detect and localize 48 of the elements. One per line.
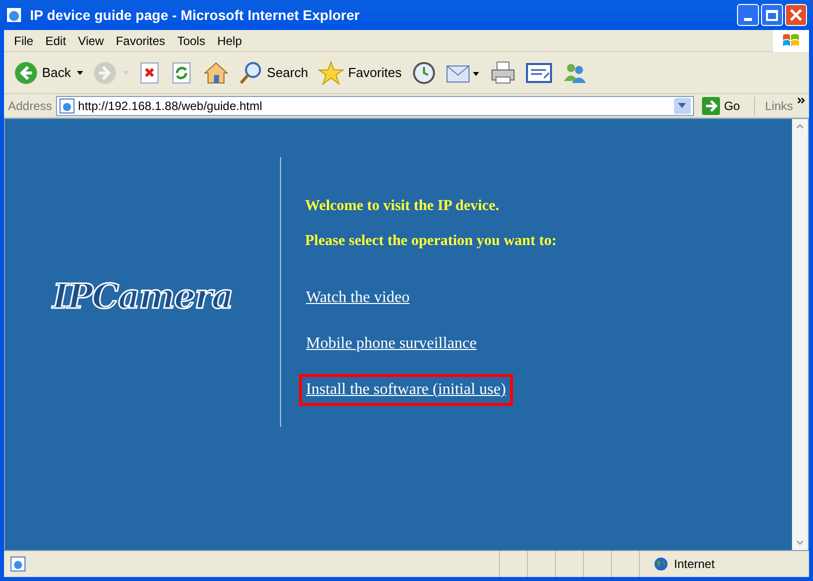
vertical-scrollbar[interactable]	[792, 119, 808, 550]
instruction-text: Please select the operation you want to:	[305, 232, 557, 250]
menu-item[interactable]: Tools	[171, 32, 212, 50]
page-link[interactable]: Watch the video	[299, 282, 417, 314]
search-icon	[238, 60, 263, 84]
address-label: Address	[8, 98, 52, 114]
address-field[interactable]: http://192.168.1.88/web/guide.html	[56, 96, 694, 116]
security-zone-label: Internet	[674, 556, 715, 573]
page-link[interactable]: Mobile phone surveillance	[299, 328, 484, 360]
chevron-icon	[797, 97, 805, 104]
refresh-icon	[170, 62, 193, 84]
close-button[interactable]	[785, 4, 807, 26]
toolbar-favorites-button[interactable]: Favorites	[316, 58, 404, 86]
windows-flag-logo	[773, 30, 809, 52]
maximize-icon	[766, 10, 778, 20]
dropdown-arrow-icon	[678, 103, 686, 108]
close-icon	[790, 9, 802, 21]
page-icon	[10, 556, 26, 572]
house-icon	[202, 60, 229, 84]
go-button[interactable]: Go	[698, 96, 744, 114]
browser-page-icon	[6, 7, 22, 23]
toolbar-search-button[interactable]: Search	[236, 58, 310, 86]
minimize-icon	[744, 18, 752, 21]
minimize-button[interactable]	[737, 4, 759, 26]
go-arrow-icon	[702, 96, 720, 114]
menu-item[interactable]: Help	[211, 32, 248, 50]
scroll-down-icon	[796, 540, 804, 545]
maximize-button[interactable]	[761, 4, 783, 26]
globe-icon	[654, 557, 668, 571]
toolbar-back-button[interactable]: Back	[12, 58, 85, 86]
page-icon	[59, 98, 76, 114]
menu-item[interactable]: File	[8, 32, 40, 50]
links-label[interactable]: Links	[764, 96, 793, 114]
scroll-up-icon	[796, 124, 804, 129]
address-dropdown-button[interactable]	[674, 98, 691, 114]
welcome-heading: Welcome to visit the IP device.	[305, 197, 500, 216]
window-title: IP device guide page - Microsoft Internet Explorer	[30, 6, 361, 25]
clock-icon	[412, 60, 436, 84]
page-link[interactable]: Install the software (initial use)	[299, 374, 513, 406]
dropdown-arrow-icon	[76, 70, 83, 74]
menu-item[interactable]: Favorites	[110, 32, 172, 50]
menu-item[interactable]: Edit	[39, 32, 72, 50]
notepad-icon	[526, 62, 552, 84]
star-icon	[318, 60, 344, 84]
stop-icon	[138, 62, 161, 84]
menu-item[interactable]: View	[72, 32, 110, 50]
logo: IPCamera	[52, 276, 233, 318]
printer-icon	[490, 60, 516, 84]
